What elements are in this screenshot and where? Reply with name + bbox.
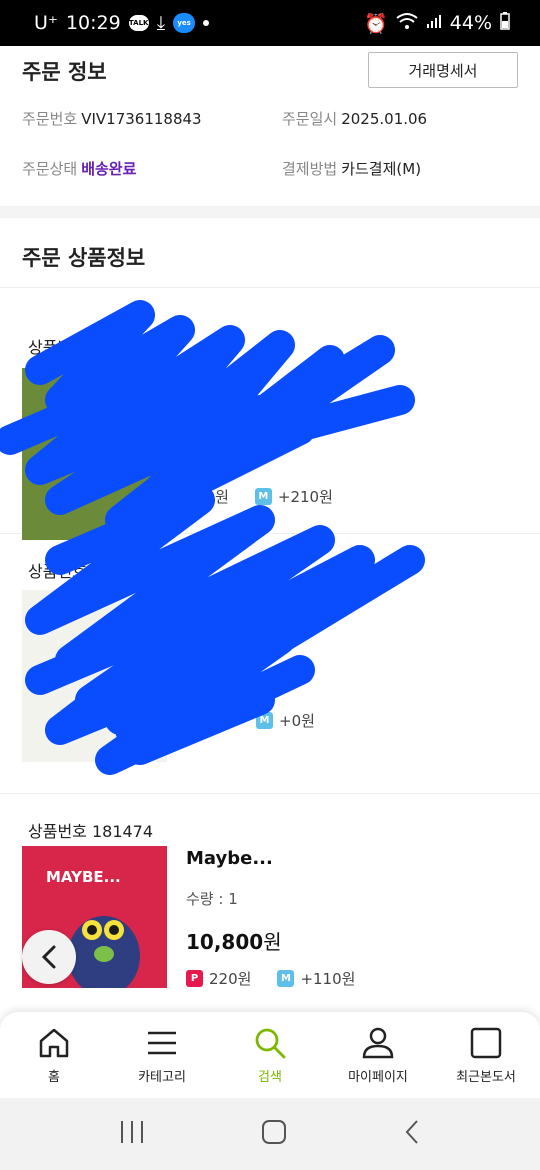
nav-recent-books[interactable]: 최근본도서 [432,1012,540,1098]
products-section-header: 주문 상품정보 [0,218,540,288]
recent-apps-button[interactable] [118,1119,146,1149]
product-name[interactable]: Li...r... [186,590,251,611]
battery-percent: 44% [449,12,492,34]
kakaotalk-icon: TALK [128,15,149,31]
m-points-value: +110원 [300,970,356,988]
p-points-value: 20원 [196,488,229,506]
signal-icon [426,12,442,34]
m-badge-icon: M [256,712,273,729]
nav-mypage[interactable]: 마이페이지 [324,1012,432,1098]
product-item-1[interactable]: 상품번호 1 20원 M +210원 [0,288,540,540]
m-points-value: +0원 [279,712,315,730]
square-icon [470,1027,502,1059]
order-status-value: 배송완료 [81,160,137,178]
product-points: P 220원 M +110원 [186,968,355,989]
wifi-icon [396,12,418,35]
product-name[interactable]: Maybe... [186,848,273,869]
nav-mypage-label: 마이페이지 [348,1070,408,1085]
download-icon: ⤓ [156,12,166,34]
order-number-value: VIV1736118843 [81,110,202,128]
m-points-value: +210원 [277,488,333,506]
product-number: 상품번호 181474 [28,822,154,841]
back-arrow-icon [405,1120,419,1144]
section-divider [0,206,540,218]
product-points: 20원 M +210원 [196,486,333,507]
carrier-label: U⁺ [34,12,58,34]
product-quantity: 수... [186,634,215,652]
nav-recent-books-label: 최근본도서 [456,1070,516,1085]
product-number: 상품번호 [28,562,87,581]
price-unit: 원 [263,930,282,954]
nav-home-label: 홈 [48,1070,60,1085]
order-status-row: 주문상태 배송완료 [22,158,136,179]
product-points: M +0원 [256,710,315,731]
products-title: 주문 상품정보 [22,246,146,270]
home-icon [39,1028,69,1058]
nav-home[interactable]: 홈 [0,1012,108,1098]
battery-icon [500,11,510,35]
order-number-row: 주문번호 VIV1736118843 [22,108,202,129]
order-number-label: 주문번호 [22,110,78,128]
m-badge-icon: M [254,488,272,505]
system-navigation-bar [0,1098,540,1170]
book-cover-title: MAYBE... [46,868,121,886]
product-quantity: 수량 : 1 [186,890,238,908]
system-back-button[interactable] [402,1119,422,1149]
yes24-app-icon: yes [173,13,196,33]
product-thumbnail[interactable] [22,368,167,540]
product-number: 상품번호 1 [28,338,103,357]
person-icon [362,1027,394,1059]
bottom-navigation: 홈 카테고리 검색 마이페이지 최근본도서 [0,1012,540,1098]
order-date-row: 주문일시 2025.01.06 [282,108,427,129]
product-thumbnail[interactable] [22,590,167,762]
order-date-value: 2025.01.06 [341,110,428,128]
order-date-label: 주문일시 [282,110,338,128]
payment-method-label: 결제방법 [282,160,338,178]
product-price: 10,800원 [186,926,282,955]
product-item-3[interactable]: 상품번호 181474 MAYBE... Maybe... 수량 : 1 10,… [0,794,540,1014]
clock: 10:29 [65,12,121,34]
home-system-button[interactable] [261,1119,287,1149]
notification-dot-icon [203,20,210,26]
alarm-icon: ⏰ [364,12,388,35]
receipt-button[interactable]: 거래명세서 [368,52,518,88]
product-price: ...0원 [210,672,266,696]
p-points-value: 220원 [209,970,252,988]
price-number: 10,800 [186,930,264,954]
order-status-label: 주문상태 [22,160,78,178]
search-icon [255,1028,286,1059]
home-square-icon [261,1120,286,1144]
m-badge-icon: M [277,970,295,987]
nav-search-label: 검색 [258,1070,282,1085]
payment-method-value: 카드결제(M) [341,160,422,178]
nav-category[interactable]: 카테고리 [108,1012,216,1098]
nav-category-label: 카테고리 [138,1070,186,1085]
status-bar: U⁺ 10:29 TALK ⤓ yes ⏰ 44% [0,0,540,46]
order-info-section: 주문 정보 거래명세서 주문번호 VIV1736118843 주문일시 2025.0… [0,46,540,206]
chevron-left-icon [41,945,56,969]
menu-icon [148,1031,176,1055]
p-badge-icon: P [186,970,203,987]
nav-search[interactable]: 검색 [216,1012,324,1098]
back-button[interactable] [22,930,76,984]
product-item-2[interactable]: 상품번호 Li...r... 수... ...0원 M +0원 [0,534,540,794]
recent-apps-icon [120,1121,143,1143]
order-info-title: 주문 정보 [22,60,107,84]
payment-method-row: 결제방법 카드결제(M) [282,158,421,179]
